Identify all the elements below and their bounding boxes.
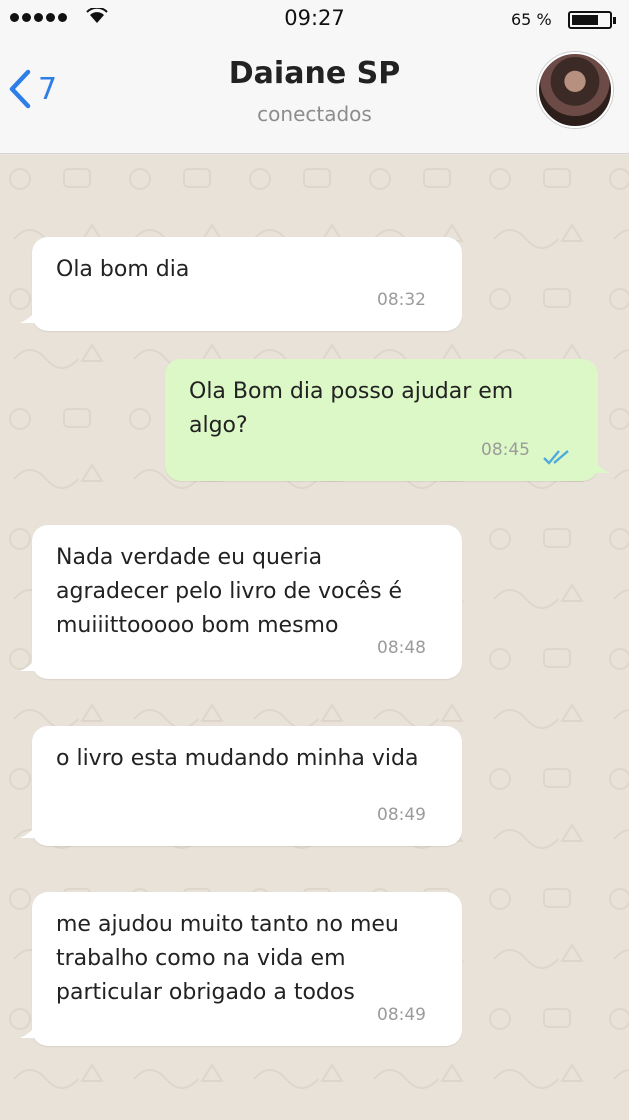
bubble-tail [20,818,40,838]
message-time: 08:48 [377,638,426,658]
battery-icon [568,11,616,29]
message-time: 08:32 [377,290,426,310]
message-text: o livro esta mudando minha vida [56,746,419,771]
bubble-tail [20,651,40,671]
message-text: Nada verdade eu queria agradecer pelo li… [56,545,403,638]
message-bubble-incoming[interactable]: me ajudou muito tanto no meu trabalho co… [20,892,462,1046]
status-bar: 09:27 65 % [0,0,629,38]
message-time: 08:45 [481,440,530,460]
contact-name[interactable]: Daiane SP [0,56,629,91]
bubble-tail [20,303,40,323]
battery-percentage: 65 % [511,10,552,29]
double-check-read-icon [543,450,569,465]
chat-header: 7 Daiane SP conectados [0,38,629,154]
message-text: Ola bom dia [56,257,190,282]
message-text: me ajudou muito tanto no meu trabalho co… [56,912,399,1005]
avatar[interactable] [537,52,613,128]
bubble-tail [590,453,610,473]
message-bubble-incoming[interactable]: Ola bom dia 08:32 [20,237,462,331]
bubble-tail [20,1018,40,1038]
message-time: 08:49 [377,805,426,825]
contact-status: conectados [257,102,372,126]
message-bubble-incoming[interactable]: o livro esta mudando minha vida 08:49 [20,726,462,846]
chat-area[interactable]: Ola bom dia 08:32 Ola Bom dia posso ajud… [0,155,629,1120]
message-bubble-incoming[interactable]: Nada verdade eu queria agradecer pelo li… [20,525,462,679]
message-time: 08:49 [377,1005,426,1025]
message-bubble-outgoing[interactable]: Ola Bom dia posso ajudar em algo? 08:45 [165,359,610,481]
